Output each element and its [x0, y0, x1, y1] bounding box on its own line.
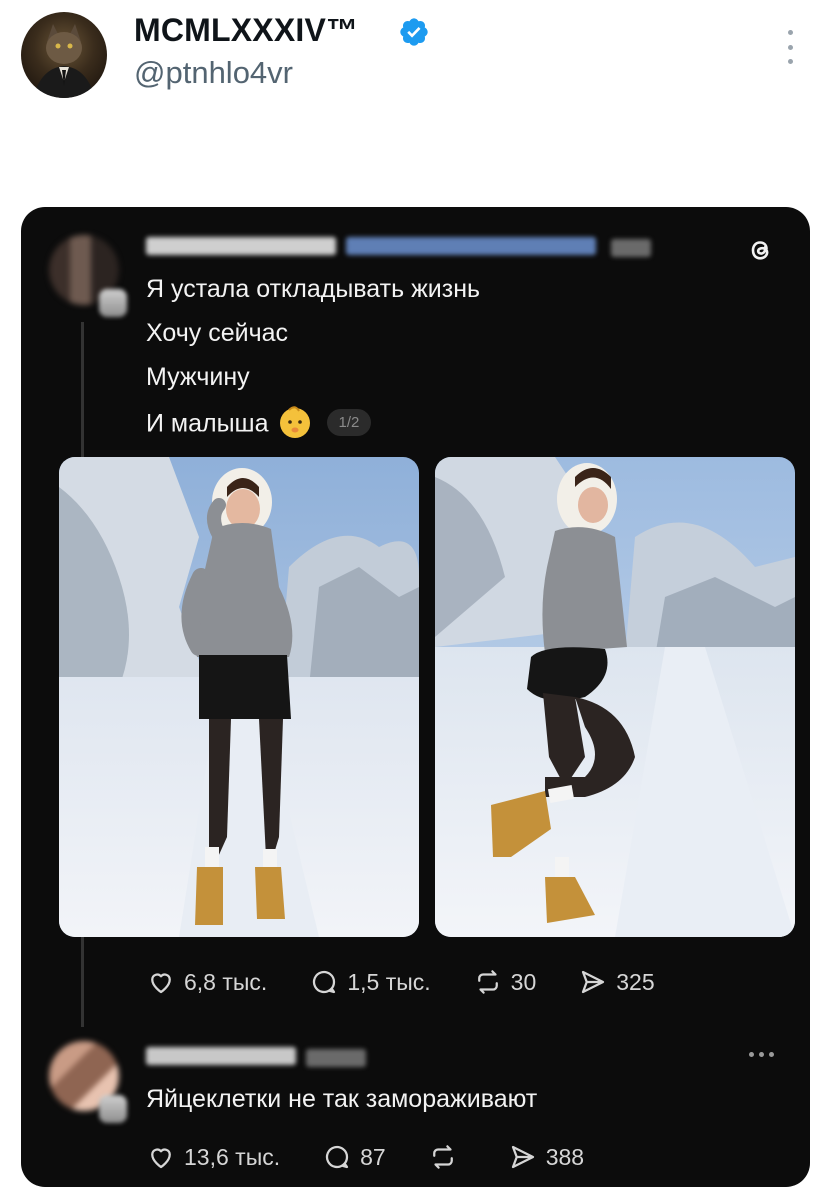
- post-text-line-4: И малыша 1/2: [146, 406, 372, 443]
- reply-share-button[interactable]: 388: [508, 1142, 584, 1172]
- like-button[interactable]: 6,8 тыс.: [146, 967, 267, 997]
- threads-logo-icon: [751, 241, 769, 260]
- heart-icon: [151, 973, 171, 994]
- reply-avatar-badge-icon: [99, 1095, 127, 1123]
- share-count: 325: [616, 968, 655, 995]
- author-handle[interactable]: @ptnhlo4vr: [134, 55, 293, 91]
- comment-icon: [313, 970, 336, 994]
- baby-emoji-icon: [279, 406, 310, 438]
- repost-icon: [432, 1145, 453, 1169]
- send-icon: [511, 1145, 534, 1169]
- blurred-dating-label: [346, 237, 596, 255]
- reply-repost-button[interactable]: [428, 1142, 466, 1172]
- like-count: 6,8 тыс.: [184, 968, 268, 995]
- image-page-indicator: 1/2: [326, 408, 372, 436]
- post-text-line-4-text: И малыша: [146, 409, 269, 438]
- repost-icon: [477, 970, 498, 994]
- reply-count: 1,5 тыс.: [347, 968, 431, 995]
- blurred-username: [146, 237, 336, 255]
- heart-icon: [151, 1148, 171, 1169]
- author-display-name[interactable]: MCMLXXXIV™: [134, 12, 358, 49]
- post-text-line-2: Хочу сейчас: [146, 319, 289, 347]
- blurred-reply-timestamp: [306, 1049, 366, 1067]
- comment-icon: [326, 1145, 349, 1169]
- reply-share-count: 388: [545, 1143, 585, 1170]
- reply-text: Яйцеклетки не так замораживают: [146, 1085, 538, 1113]
- avatar-badge-icon: [99, 289, 127, 317]
- reply-like-count: 13,6 тыс.: [184, 1143, 281, 1170]
- reply-like-button[interactable]: 13,6 тыс.: [146, 1142, 280, 1172]
- send-icon: [582, 970, 605, 994]
- post-text-line-3: Мужчину: [146, 363, 250, 391]
- reply-more-options-icon[interactable]: [749, 1052, 774, 1057]
- embedded-threads-post[interactable]: Я устала откладывать жизнь Хочу сейчас М…: [21, 207, 810, 1187]
- reply-comment-count: 87: [360, 1143, 386, 1170]
- reply-action-bar: 13,6 тыс. 87 388: [146, 1142, 626, 1172]
- share-button[interactable]: 325: [578, 967, 655, 997]
- more-options-icon[interactable]: [778, 30, 802, 64]
- post-text-line-1: Я устала откладывать жизнь: [146, 275, 481, 303]
- reply-button[interactable]: 1,5 тыс.: [309, 967, 431, 997]
- blurred-timestamp: [611, 239, 651, 257]
- reply-comment-button[interactable]: 87: [322, 1142, 386, 1172]
- repost-count: 30: [510, 968, 537, 995]
- post-action-bar: 6,8 тыс. 1,5 тыс. 30 325: [146, 967, 697, 997]
- post-photo-1[interactable]: [59, 457, 419, 937]
- blurred-reply-username: [146, 1047, 296, 1065]
- repost-button[interactable]: 30: [473, 967, 537, 997]
- author-avatar[interactable]: [21, 12, 107, 98]
- post-photo-2[interactable]: [435, 457, 795, 937]
- verified-badge-icon: [400, 18, 428, 46]
